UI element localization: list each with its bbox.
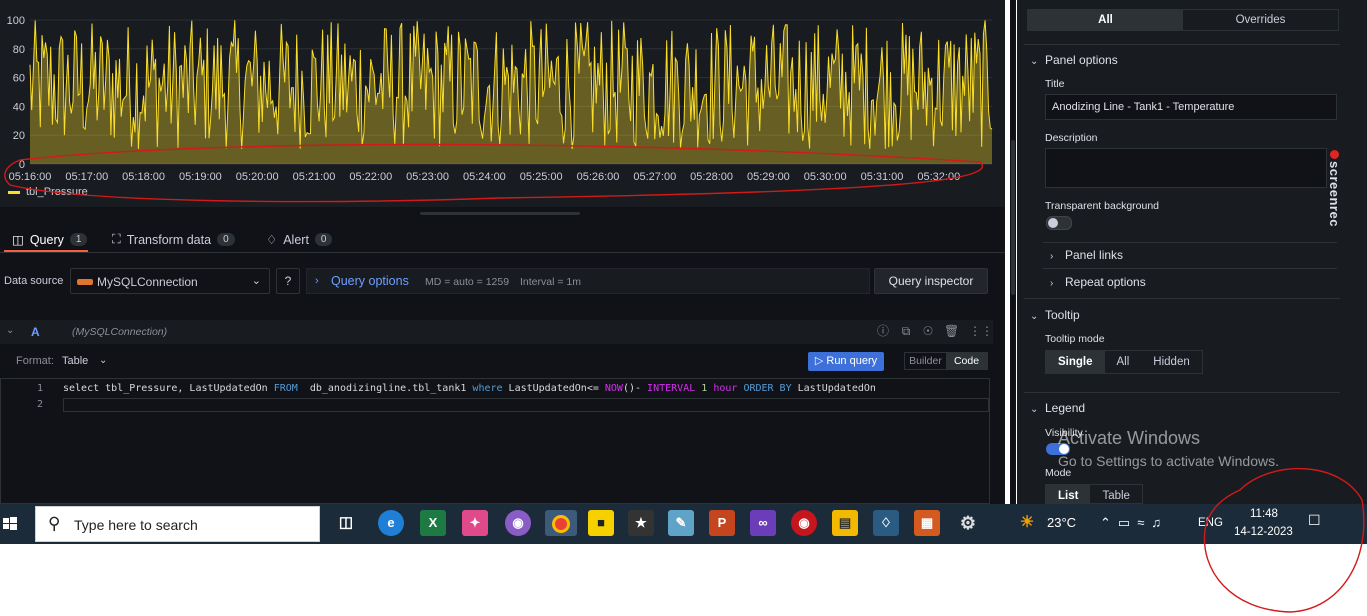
annotation-ellipse-clock <box>1203 467 1365 613</box>
annotation-ellipse-axis <box>4 143 984 203</box>
annotation-overlay <box>4 143 1365 613</box>
